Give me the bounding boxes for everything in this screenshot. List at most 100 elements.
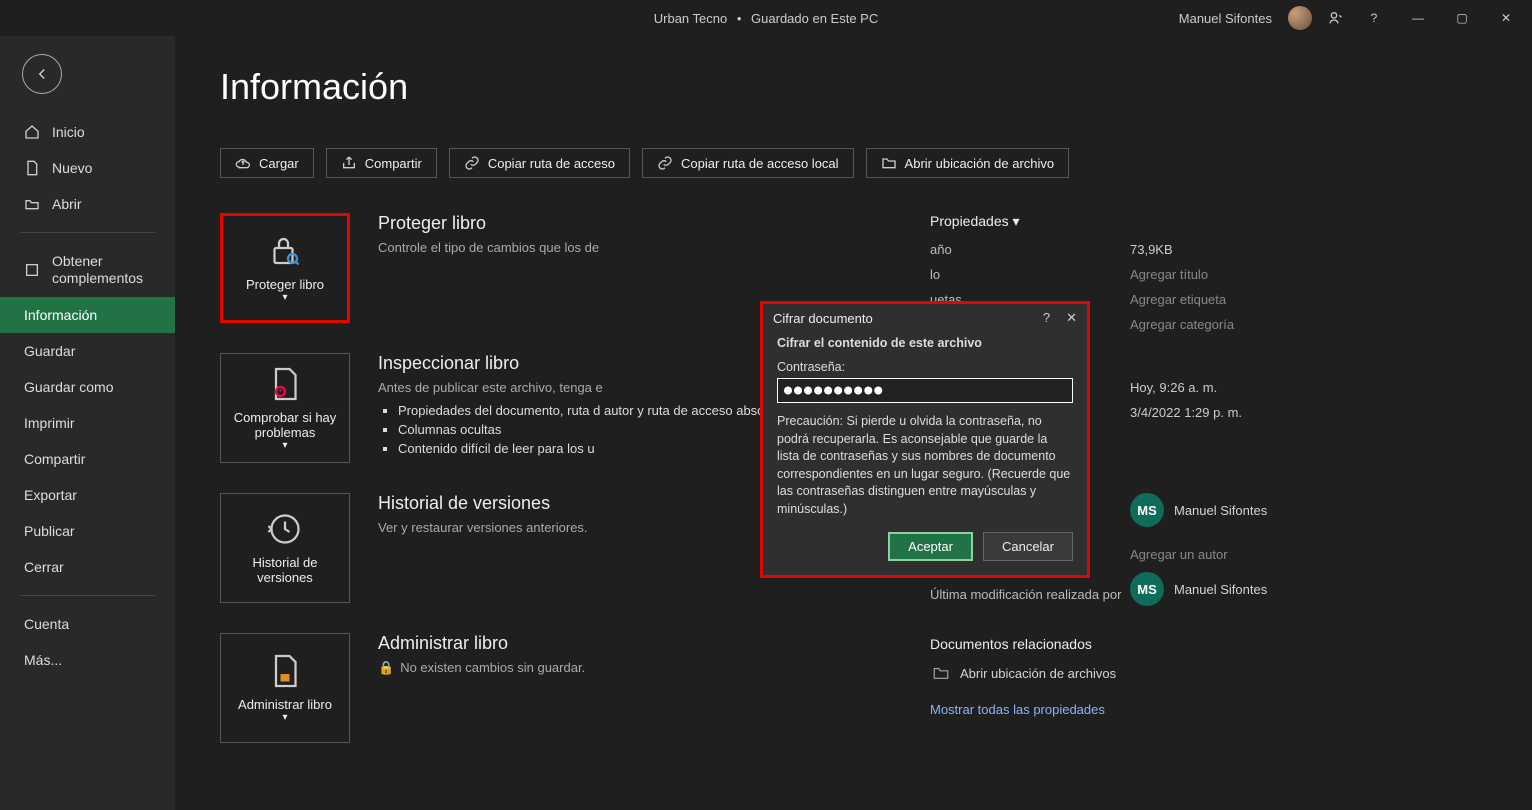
add-author[interactable]: Agregar un autor	[1130, 547, 1228, 562]
prop-label: año	[930, 242, 1130, 257]
sidebar-label: Compartir	[24, 451, 85, 467]
prop-value[interactable]: Agregar etiqueta	[1130, 292, 1226, 307]
sidebar-label: Obtener complementos	[52, 253, 151, 287]
minimize-icon[interactable]: —	[1404, 11, 1432, 25]
maximize-icon[interactable]: ▢	[1448, 11, 1476, 25]
person-name: Manuel Sifontes	[1174, 503, 1267, 518]
sidebar-item-inicio[interactable]: Inicio	[0, 114, 175, 150]
upload-button[interactable]: Cargar	[220, 148, 314, 178]
list-item: Contenido difícil de leer para los u	[398, 441, 785, 456]
sidebar-item-cerrar[interactable]: Cerrar	[0, 549, 175, 585]
section-title: Historial de versiones	[378, 493, 588, 514]
dialog-subtitle: Cifrar el contenido de este archivo	[777, 336, 1073, 350]
sidebar-item-guardar[interactable]: Guardar	[0, 333, 175, 369]
section-desc: Antes de publicar este archivo, tenga e	[378, 380, 785, 395]
chevron-down-icon: ▾	[282, 292, 287, 303]
sidebar-item-informacion[interactable]: Información	[0, 297, 175, 333]
sidebar-label: Más...	[24, 652, 62, 668]
sidebar-label: Inicio	[52, 124, 85, 140]
home-icon	[24, 124, 40, 140]
sidebar-label: Abrir	[52, 196, 82, 212]
dialog-help-icon[interactable]: ?	[1043, 310, 1050, 326]
avatar[interactable]	[1288, 6, 1312, 30]
sidebar-label: Guardar como	[24, 379, 113, 395]
person-name: Manuel Sifontes	[1174, 582, 1267, 597]
manage-workbook-button[interactable]: Administrar libro ▾	[220, 633, 350, 743]
prop-value[interactable]: Agregar categoría	[1130, 317, 1234, 332]
encrypt-document-dialog: Cifrar documento ? ✕ Cifrar el contenido…	[760, 301, 1090, 578]
sidebar-label: Información	[24, 307, 97, 323]
titlebar: Urban Tecno • Guardado en Este PC Manuel…	[0, 0, 1532, 36]
link-icon	[657, 155, 673, 171]
close-icon[interactable]: ✕	[1492, 11, 1520, 25]
related-docs-heading: Documentos relacionados	[930, 636, 1502, 652]
sidebar-label: Imprimir	[24, 415, 75, 431]
person-badge: MS	[1130, 493, 1164, 527]
prop-label: Última modificación realizada por	[930, 587, 1130, 602]
sidebar-label: Exportar	[24, 487, 77, 503]
sidebar-item-cuenta[interactable]: Cuenta	[0, 606, 175, 642]
file-icon	[24, 160, 40, 176]
history-icon	[267, 511, 303, 547]
version-history-button[interactable]: Historial de versiones	[220, 493, 350, 603]
copy-local-path-button[interactable]: Copiar ruta de acceso local	[642, 148, 854, 178]
cloud-upload-icon	[235, 155, 251, 171]
sidebar-item-guardar-como[interactable]: Guardar como	[0, 369, 175, 405]
page-title: Información	[220, 66, 1532, 108]
list-item: Propiedades del documento, ruta d autor …	[398, 403, 785, 418]
sidebar-item-compartir[interactable]: Compartir	[0, 441, 175, 477]
sidebar-item-nuevo[interactable]: Nuevo	[0, 150, 175, 186]
section-title: Administrar libro	[378, 633, 585, 654]
share-icon	[341, 155, 357, 171]
addin-icon	[24, 262, 40, 278]
section-desc: Ver y restaurar versiones anteriores.	[378, 520, 588, 535]
dialog-warning: Precaución: Si pierde u olvida la contra…	[777, 413, 1073, 518]
share-button[interactable]: Compartir	[326, 148, 437, 178]
sidebar-item-exportar[interactable]: Exportar	[0, 477, 175, 513]
dialog-title: Cifrar documento	[773, 311, 873, 326]
prop-value[interactable]: Agregar título	[1130, 267, 1208, 282]
open-file-location-link[interactable]: Abrir ubicación de archivos	[960, 666, 1116, 681]
section-title: Inspeccionar libro	[378, 353, 785, 374]
password-input[interactable]	[777, 378, 1073, 403]
copy-path-button[interactable]: Copiar ruta de acceso	[449, 148, 630, 178]
notifications-icon[interactable]	[1328, 10, 1344, 26]
chevron-down-icon: ▾	[282, 440, 287, 451]
sidebar-label: Cerrar	[24, 559, 64, 575]
open-location-button[interactable]: Abrir ubicación de archivo	[866, 148, 1070, 178]
sidebar: Inicio Nuevo Abrir Obtener complementos …	[0, 36, 175, 810]
person-badge: MS	[1130, 572, 1164, 606]
protect-workbook-button[interactable]: Proteger libro ▾	[220, 213, 350, 323]
prop-value: 3/4/2022 1:29 p. m.	[1130, 405, 1242, 420]
sidebar-label: Cuenta	[24, 616, 69, 632]
cancel-button[interactable]: Cancelar	[983, 532, 1073, 561]
section-desc: Controle el tipo de cambios que los de	[378, 240, 599, 255]
sidebar-label: Guardar	[24, 343, 75, 359]
accept-button[interactable]: Aceptar	[888, 532, 973, 561]
properties-heading[interactable]: Propiedades ▾	[930, 213, 1502, 230]
show-all-properties-link[interactable]: Mostrar todas las propiedades	[930, 702, 1105, 717]
chevron-down-icon: ▾	[1013, 213, 1020, 229]
help-icon[interactable]: ?	[1360, 11, 1388, 25]
folder-icon	[930, 664, 952, 682]
sidebar-label: Nuevo	[52, 160, 92, 176]
document-manage-icon	[267, 653, 303, 689]
folder-icon	[881, 155, 897, 171]
user-name: Manuel Sifontes	[1179, 11, 1272, 26]
chevron-down-icon: ▾	[282, 712, 287, 723]
password-label: Contraseña:	[777, 360, 1073, 374]
sidebar-item-abrir[interactable]: Abrir	[0, 186, 175, 222]
sidebar-item-mas[interactable]: Más...	[0, 642, 175, 678]
link-icon	[464, 155, 480, 171]
list-item: Columnas ocultas	[398, 422, 785, 437]
prop-value: Hoy, 9:26 a. m.	[1130, 380, 1217, 395]
back-button[interactable]	[22, 54, 62, 94]
sidebar-item-complementos[interactable]: Obtener complementos	[0, 243, 175, 297]
sidebar-item-imprimir[interactable]: Imprimir	[0, 405, 175, 441]
section-desc: 🔒No existen cambios sin guardar.	[378, 660, 585, 676]
prop-value: 73,9KB	[1130, 242, 1173, 257]
sidebar-item-publicar[interactable]: Publicar	[0, 513, 175, 549]
inspect-workbook-button[interactable]: Comprobar si hay problemas ▾	[220, 353, 350, 463]
lock-icon: 🔒	[378, 660, 394, 675]
dialog-close-icon[interactable]: ✕	[1066, 310, 1077, 326]
